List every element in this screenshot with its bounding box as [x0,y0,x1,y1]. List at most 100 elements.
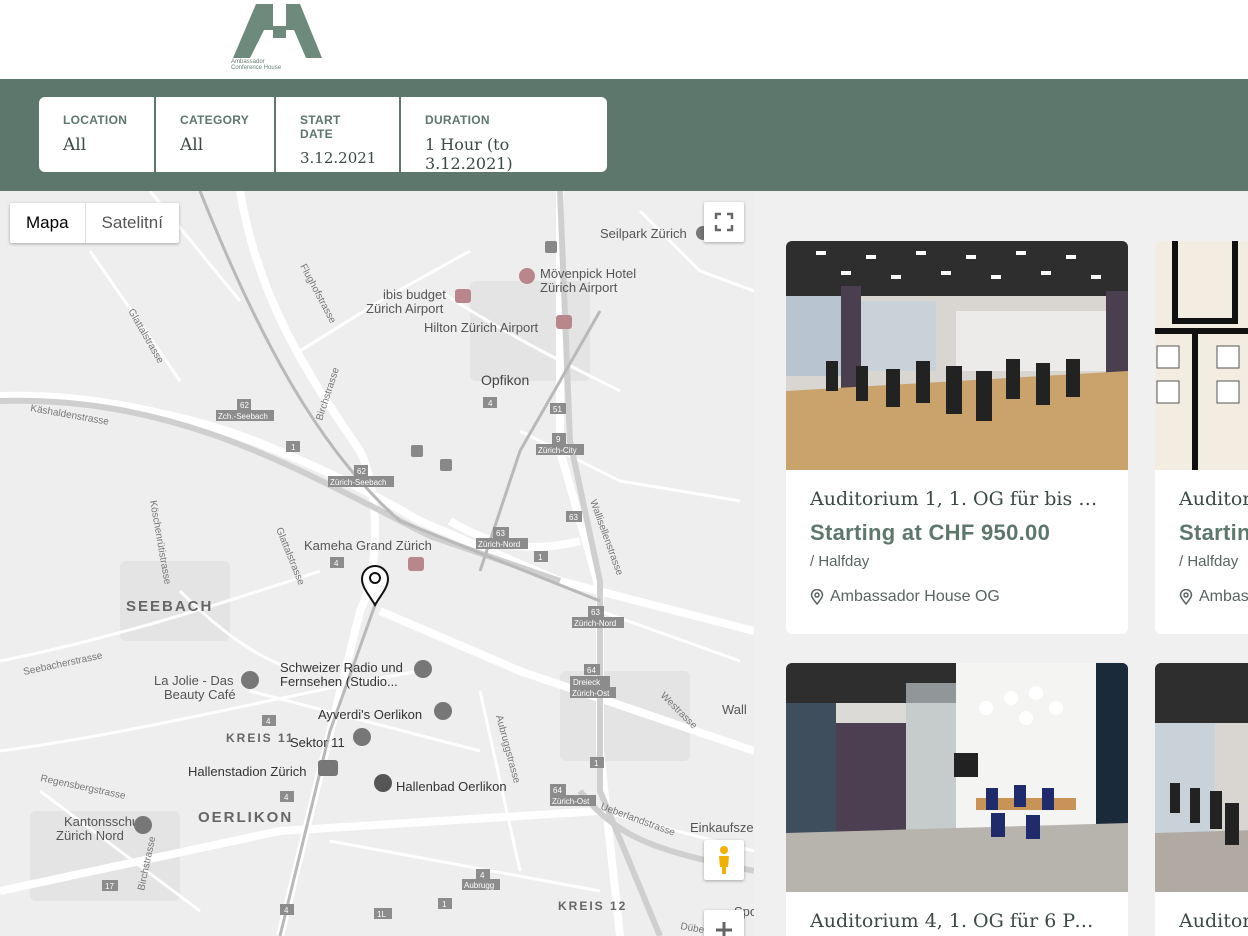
room-title[interactable]: Auditor [1179,910,1248,932]
place-label[interactable]: Zürich Airport [366,301,444,316]
room-price-unit: / Halfday [810,553,870,570]
svg-text:4: 4 [266,717,271,726]
venue-pin-icon[interactable] [353,728,371,746]
site-header: Ambassador Conference House [0,0,1248,79]
place-label[interactable]: ibis budget [383,287,446,302]
road-badge: Zürich-City [536,444,584,455]
place-label[interactable]: Hallenstadion Zürich [188,764,307,779]
room-card[interactable]: Auditorium 4, 1. OG für 6 Perso... [786,663,1128,936]
place-label[interactable]: Hilton Zürich Airport [424,320,539,335]
room-location-label: Ambas [1199,588,1248,605]
svg-text:63: 63 [569,513,578,522]
room-title[interactable]: Auditorium 4, 1. OG für 6 Perso... [810,910,1104,932]
room-title[interactable]: Auditorium 1, 1. OG für bis 70 P... [810,488,1104,510]
road-badge: Zürich-Seebach [328,476,394,487]
place-label[interactable]: Zürich Airport [540,280,618,295]
map[interactable]: SEEBACH OERLIKON KREIS 11 KREIS 12 Seilp… [0,191,754,936]
fullscreen-icon [714,212,734,232]
map-canvas[interactable]: SEEBACH OERLIKON KREIS 11 KREIS 12 Seilp… [0,191,754,936]
filter-category[interactable]: CATEGORY All [156,97,276,172]
room-price: Startin [1179,520,1248,545]
fullscreen-button[interactable] [704,202,744,242]
district-kreis12: KREIS 12 [558,899,627,913]
train-icon[interactable] [411,445,423,457]
poi-pin-icon[interactable] [414,660,432,678]
filter-location[interactable]: LOCATION All [39,97,156,172]
map-type-satellite-button[interactable]: Satelitní [84,203,179,243]
place-label[interactable]: Ayverdi's Oerlikon [318,707,422,722]
room-photo-image [786,241,1128,470]
logo-mark-icon [233,4,322,58]
svg-text:4: 4 [480,871,485,880]
road-badge: 4 [280,791,294,802]
road-badge: Zürich-Ost [570,687,616,698]
svg-text:Zürich-Seebach: Zürich-Seebach [330,478,386,487]
road-badge: 51 [550,403,566,414]
svg-text:1: 1 [594,759,599,768]
room-photo[interactable] [786,241,1128,470]
hotel-pin-icon[interactable] [519,268,535,284]
place-label[interactable]: Opfikon [481,372,529,388]
place-label[interactable]: Sektor 11 [290,735,345,750]
map-type-map-button[interactable]: Mapa [10,203,85,243]
logo[interactable]: Ambassador Conference House [228,2,328,76]
place-label[interactable]: Fernsehen (Studio... [280,674,398,689]
place-label[interactable]: Einkaufsze [690,820,754,835]
filter-duration[interactable]: DURATION 1 Hour (to 3.12.2021) [401,97,607,172]
street-view-button[interactable] [704,840,744,880]
road-badge: 62 [354,465,368,476]
plus-icon [716,922,732,936]
district-kreis11: KREIS 11 [226,731,295,745]
place-label[interactable]: La Jolie - Das [154,673,234,688]
svg-text:64: 64 [587,666,596,675]
svg-text:17: 17 [105,882,114,891]
place-label[interactable]: Seilpark Zürich [600,226,687,241]
svg-text:Aubrugg: Aubrugg [464,881,494,890]
beauty-pin-icon[interactable] [241,671,259,689]
road-badge: Zürich-Nord [476,538,528,549]
filter-start-date-label: START DATE [300,113,341,141]
place-label[interactable]: Beauty Café [164,687,236,702]
road-badge: Dreieck [570,676,610,687]
svg-text:Dreieck: Dreieck [573,678,601,687]
place-label[interactable]: Schweizer Radio und [280,660,403,675]
place-label[interactable]: Mövenpick Hotel [540,266,636,281]
hotel-icon[interactable] [556,315,572,329]
train-icon[interactable] [440,459,452,471]
room-title[interactable]: Auditor [1179,488,1248,510]
road-badge: 4 [262,715,276,726]
place-label[interactable]: Kameha Grand Zürich [304,538,432,553]
svg-text:Zürich-Nord: Zürich-Nord [478,540,520,549]
svg-text:9: 9 [556,435,561,444]
room-card[interactable]: Auditorium 1, 1. OG für bis 70 P... Star… [786,241,1128,634]
school-pin-icon[interactable] [134,816,152,834]
road-badge: 63 [588,606,604,617]
room-card[interactable]: Auditor Startin / Halfday Ambas [1155,241,1248,634]
place-label[interactable]: Hallenbad Oerlikon [396,779,507,794]
zoom-in-button[interactable] [704,910,744,936]
room-photo[interactable] [786,663,1128,892]
svg-text:62: 62 [240,401,249,410]
restaurant-pin-icon[interactable] [434,702,452,720]
svg-text:4: 4 [488,399,493,408]
room-photo-image [1155,663,1248,892]
road-badge: 63 [566,511,582,522]
room-photo[interactable] [1155,241,1248,470]
room-photo[interactable] [1155,663,1248,892]
stadium-icon[interactable] [318,760,338,776]
hotel-icon[interactable] [455,289,471,303]
room-card[interactable]: Auditor [1155,663,1248,936]
place-label[interactable]: Zürich Nord [56,828,124,843]
room-price-unit: / Halfday [1179,553,1239,570]
place-label[interactable]: Wall [722,702,747,717]
filter-bar: LOCATION All CATEGORY All START DATE 3.1… [0,79,1248,191]
train-icon[interactable] [545,241,557,253]
svg-text:63: 63 [591,608,600,617]
district-oerlikon: OERLIKON [198,809,293,826]
hotel-icon[interactable] [408,557,424,571]
road-badge: 1 [286,441,300,452]
filter-start-date[interactable]: START DATE 3.12.2021 [276,97,401,172]
pool-pin-icon[interactable] [374,774,392,792]
road-badge: 62 [237,399,251,410]
logo-text-line2: Conference House [231,65,282,71]
